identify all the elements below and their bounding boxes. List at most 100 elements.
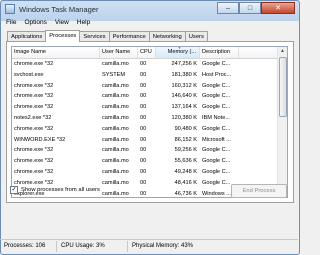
close-button[interactable]: ✕ [261, 2, 295, 14]
status-physical-memory: Physical Memory: 43% [132, 243, 194, 249]
tab-processes[interactable]: Processes [45, 30, 81, 42]
menu-help[interactable]: Help [73, 18, 94, 28]
cell-cpu: 00 [140, 82, 147, 89]
end-process-button[interactable]: End Process [231, 184, 287, 198]
column-description[interactable]: Description [200, 47, 239, 58]
cell-user-name: camilla.mo [102, 179, 129, 186]
table-row[interactable]: chrome.exe *32 camilla.mo 00 160,312 K Googl… [12, 81, 287, 92]
cell-description: Google C... [202, 168, 231, 175]
cell-cpu: 00 [140, 190, 147, 197]
cell-cpu: 00 [140, 93, 147, 100]
cell-cpu: 00 [140, 147, 147, 154]
cell-description: Microsoft ... [202, 136, 231, 143]
table-row[interactable]: chrome.exe *32 camilla.mo 00 90,480 K Google… [12, 124, 287, 135]
cell-memory: 146,640 K [171, 93, 197, 100]
table-row[interactable]: chrome.exe *32 camilla.mo 00 247,256 K Googl… [12, 59, 287, 70]
column-user-name[interactable]: User Name [100, 47, 138, 58]
cell-user-name: camilla.mo [102, 93, 129, 100]
cell-user-name: camilla.mo [102, 147, 129, 154]
menu-options[interactable]: Options [20, 18, 50, 28]
table-row[interactable]: chrome.exe *32 camilla.mo 00 137,164 K Googl… [12, 102, 287, 113]
cell-description: Google C... [202, 61, 231, 67]
cell-memory: 90,480 K [174, 125, 197, 132]
scrollbar-thumb[interactable] [279, 57, 287, 117]
cell-description: Google C... [202, 147, 231, 154]
cell-memory: 46,736 K [174, 190, 197, 197]
cell-image-name: chrome.exe *32 [14, 158, 54, 165]
cell-cpu: 00 [140, 61, 147, 67]
cell-image-name: chrome.exe *32 [14, 61, 54, 67]
maximize-button[interactable]: □ [239, 2, 261, 14]
cell-cpu: 00 [140, 104, 147, 111]
cell-description: Google C... [202, 82, 231, 89]
cell-cpu: 00 [140, 136, 147, 143]
cell-image-name: chrome.exe *32 [14, 125, 54, 132]
minimize-button[interactable]: – [217, 2, 239, 14]
cell-memory: 48,416 K [174, 179, 197, 186]
column-image-name[interactable]: Image Name [12, 47, 100, 58]
process-list[interactable]: Image Name User Name CPU ▼ Memory (... D… [11, 46, 288, 198]
title-bar[interactable]: Windows Task Manager – □ ✕ [1, 1, 299, 17]
processes-panel: Image Name User Name CPU ▼ Memory (... D… [6, 41, 294, 203]
menu-view[interactable]: View [51, 18, 73, 28]
cell-memory: 86,152 K [174, 136, 197, 143]
show-all-checkbox[interactable]: ✓ [10, 186, 18, 194]
cell-user-name: camilla.mo [102, 82, 129, 89]
cell-cpu: 00 [140, 125, 147, 132]
status-bar: Processes: 106 CPU Usage: 3% Physical Me… [0, 239, 298, 253]
column-memory-label: Memory (... [167, 49, 196, 55]
cell-user-name: camilla.mo [102, 61, 129, 67]
cell-description: Google C... [202, 125, 231, 132]
cell-description: Host Proc... [202, 71, 232, 78]
column-cpu[interactable]: CPU [138, 47, 156, 58]
column-header-row: Image Name User Name CPU ▼ Memory (... D… [12, 47, 287, 59]
cell-cpu: 00 [140, 179, 147, 186]
cell-user-name: camilla.mo [102, 125, 129, 132]
menu-bar: File Options View Help [2, 18, 94, 28]
cell-image-name: chrome.exe *32 [14, 104, 54, 111]
cell-user-name: camilla.mo [102, 190, 129, 197]
cell-description: Google C... [202, 93, 231, 100]
cell-image-name: chrome.exe *32 [14, 147, 54, 154]
window-title: Windows Task Manager [19, 4, 99, 14]
cell-memory: 247,256 K [171, 61, 197, 67]
cell-memory: 49,248 K [174, 168, 197, 175]
caption-buttons: – □ ✕ [217, 2, 295, 14]
sort-descending-icon: ▼ [177, 47, 182, 50]
table-row[interactable]: notes2.exe *32 camilla.mo 00 120,380 K IBM N… [12, 113, 287, 124]
status-processes: Processes: 106 [0, 241, 57, 252]
cell-description: Google C... [202, 104, 231, 111]
cell-description: Google C... [202, 158, 231, 165]
scroll-up-icon[interactable]: ▲ [278, 47, 287, 56]
table-row[interactable]: chrome.exe *32 camilla.mo 00 49,248 K Google… [12, 167, 287, 178]
cell-image-name: chrome.exe *32 [14, 93, 54, 100]
table-row[interactable]: chrome.exe *32 camilla.mo 00 55,636 K Google… [12, 156, 287, 167]
cell-user-name: camilla.mo [102, 168, 129, 175]
cell-image-name: WINWORD.EXE *32 [14, 136, 66, 143]
cell-description: IBM Note... [202, 114, 230, 121]
cell-cpu: 00 [140, 71, 147, 78]
cell-memory: 181,380 K [171, 71, 197, 78]
process-rows: chrome.exe *32 camilla.mo 00 247,256 K Googl… [12, 59, 287, 197]
cell-image-name: chrome.exe *32 [14, 82, 54, 89]
menu-file[interactable]: File [2, 18, 20, 28]
column-memory[interactable]: ▼ Memory (... [156, 47, 200, 58]
table-row[interactable]: WINWORD.EXE *32 camilla.mo 00 86,152 K Micro… [12, 135, 287, 146]
cell-user-name: SYSTEM [102, 71, 126, 78]
cell-user-name: camilla.mo [102, 104, 129, 111]
cell-memory: 55,636 K [174, 158, 197, 165]
table-row[interactable]: chrome.exe *32 camilla.mo 00 146,640 K Googl… [12, 91, 287, 102]
cell-memory: 137,164 K [171, 104, 197, 111]
table-row[interactable]: chrome.exe *32 camilla.mo 00 59,256 K Google… [12, 145, 287, 156]
cell-user-name: camilla.mo [102, 136, 129, 143]
show-all-processes[interactable]: ✓ Show processes from all users [10, 186, 100, 194]
cell-cpu: 00 [140, 168, 147, 175]
cell-cpu: 00 [140, 114, 147, 121]
status-cpu-usage: CPU Usage: 3% [57, 241, 128, 252]
task-manager-icon [5, 4, 15, 14]
table-row[interactable]: svchost.exe SYSTEM 00 181,380 K Host Proc... [12, 70, 287, 81]
cell-memory: 59,256 K [174, 147, 197, 154]
vertical-scrollbar[interactable]: ▲ ▼ [277, 47, 287, 197]
cell-memory: 120,380 K [171, 114, 197, 121]
cell-image-name: svchost.exe [14, 71, 44, 78]
